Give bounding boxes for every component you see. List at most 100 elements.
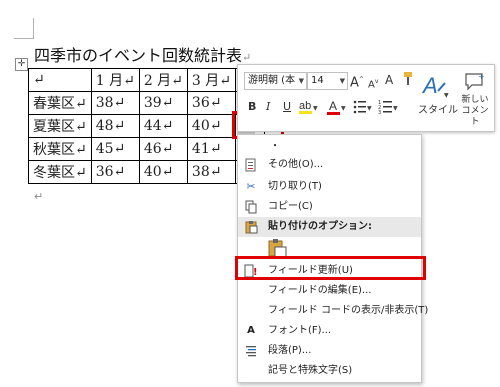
table-cell[interactable]: 秋葉区↵ (28, 137, 92, 161)
table-cell[interactable]: 36↵ (186, 91, 237, 115)
menu-section-paste-options: 貼り付けのオプション: (238, 217, 421, 237)
svg-text:▼: ▼ (313, 105, 318, 112)
font-color-button[interactable]: A ▼ (326, 98, 348, 120)
menu-item-other[interactable]: その他(O)... (238, 155, 421, 175)
table-cell[interactable]: 36↵ (90, 160, 140, 184)
table-cell[interactable]: 3 月↵ (186, 68, 237, 92)
font-A-icon: A (247, 325, 255, 336)
italic-button[interactable]: I (266, 100, 270, 114)
new-comment-text: 新しい コメント (461, 95, 489, 127)
mini-toolbar: 游明朝 (本 ▼ 14 ▼ A^ Av A B I U ab ▼ A ▼ ▼ 1 2 3 ▼ … (237, 64, 495, 132)
table-row: 冬葉区↵ 36↵ 40↵ 38↵ (28, 160, 266, 184)
paste-keep-text-icon[interactable] (268, 239, 287, 259)
table-cell[interactable]: 冬葉区↵ (28, 160, 92, 184)
table-cell[interactable]: 38↵ (186, 160, 237, 184)
menu-item-cut[interactable]: ✂ 切り取り(T) (238, 177, 421, 197)
menu-item-label: 貼り付けのオプション: (268, 221, 372, 232)
format-painter-button[interactable] (402, 71, 414, 91)
menu-item-bullet[interactable]: ・ (238, 137, 421, 157)
shrink-font-button[interactable]: Av (368, 75, 378, 92)
svg-text:▼: ▼ (393, 105, 398, 112)
svg-text:3: 3 (378, 110, 381, 116)
table-cell[interactable]: 38↵ (90, 91, 140, 115)
document-lines-icon (244, 158, 258, 172)
menu-item-copy[interactable]: コピー(C) (238, 197, 421, 217)
clear-format-button[interactable]: A (385, 73, 393, 87)
statistics-table[interactable]: ↵ 1 月↵ 2 月↵ 3 月↵ 春葉区↵ 38↵ 39↵ 36↵ 夏葉区↵ 4… (28, 68, 266, 184)
svg-text:▼: ▼ (341, 105, 346, 112)
chevron-down-icon[interactable]: ▼ (299, 73, 304, 89)
table-row: 秋葉区↵ 45↵ 46↵ 41↵ (28, 137, 266, 161)
table-cell[interactable]: 2 月↵ (138, 68, 188, 92)
table-cell[interactable]: ↵ (28, 68, 92, 92)
comment-icon: + (465, 72, 485, 91)
numbered-list-icon: 123▼ (378, 100, 398, 116)
update-field-highlight-frame (235, 256, 426, 280)
menu-item-symbols[interactable]: 記号と特殊文字(S) (238, 361, 421, 381)
numbering-button[interactable]: 1 2 3 ▼ (378, 98, 400, 120)
table-cell[interactable]: 1 月↵ (90, 68, 140, 92)
table-cell[interactable]: 44↵ (138, 114, 188, 138)
highlighter-icon: ab ▼ (299, 100, 318, 114)
shrink-font-icon: A (368, 79, 375, 91)
font-size-box[interactable]: 14 ▼ (307, 72, 348, 90)
svg-text:+: + (478, 72, 485, 81)
table-row: 春葉区↵ 38↵ 39↵ 36↵ (28, 91, 266, 115)
grow-font-icon: A (350, 75, 359, 91)
font-color-icon: A ▼ (327, 99, 346, 115)
paintbrush-icon (404, 72, 412, 85)
table-cell[interactable]: 45↵ (90, 137, 140, 161)
menu-item-label: ・ (270, 141, 280, 152)
table-cell[interactable]: 46↵ (138, 137, 188, 161)
bullets-button[interactable]: ▼ (352, 98, 374, 120)
styles-icon: A ▼ (421, 73, 449, 99)
font-name-value: 游明朝 (本 (248, 75, 296, 86)
menu-item-font[interactable]: A フォント(F)... (238, 321, 421, 341)
svg-text:▼: ▼ (444, 92, 449, 99)
table-row: ↵ 1 月↵ 2 月↵ 3 月↵ (28, 68, 266, 92)
document-title[interactable]: 四季市のイベント回数統計表↵ (34, 42, 251, 66)
table-cell[interactable]: 48↵ (90, 114, 140, 138)
table-cell[interactable]: 夏葉区↵ (28, 114, 92, 138)
clipboard-icon (244, 220, 258, 234)
new-comment-label: 新しい コメント (458, 95, 492, 128)
table-row: 夏葉区↵ 48↵ 44↵ 40↵ (28, 114, 266, 138)
menu-item-label: フォント(F)... (268, 325, 332, 336)
copy-icon (244, 200, 258, 214)
scissors-icon: ✂ (246, 180, 256, 193)
svg-text:A: A (421, 73, 438, 98)
svg-text:ab: ab (299, 100, 311, 112)
menu-item-label: その他(O)... (268, 159, 324, 170)
underline-button[interactable]: U (283, 100, 291, 114)
menu-item-toggle-field-code[interactable]: フィールド コードの表示/非表示(T) (238, 301, 428, 321)
menu-item-edit-field[interactable]: フィールドの編集(E)... (238, 281, 421, 301)
paragraph-icon (244, 344, 258, 358)
table-cell[interactable]: 春葉区↵ (28, 91, 92, 115)
menu-item-label: 記号と特殊文字(S) (268, 365, 353, 376)
font-size-value: 14 (311, 75, 324, 86)
grow-font-button[interactable]: A^ (350, 73, 364, 90)
table-move-handle[interactable]: ✛ (15, 58, 28, 71)
svg-text:▼: ▼ (367, 105, 372, 112)
table-cell[interactable]: 40↵ (186, 114, 237, 138)
menu-item-label: コピー(C) (268, 201, 313, 212)
styles-button[interactable]: A ▼ (419, 71, 451, 127)
chevron-down-icon[interactable]: ▼ (340, 73, 345, 89)
menu-item-paragraph[interactable]: 段落(P)... (238, 341, 421, 361)
bold-button[interactable]: B (248, 100, 256, 114)
menu-item-label: フィールドの編集(E)... (268, 285, 372, 296)
document-title-text: 四季市のイベント回数統計表 (34, 46, 243, 65)
paragraph-mark: ↵ (34, 190, 44, 203)
table-cell[interactable]: 40↵ (138, 160, 188, 184)
table-cell[interactable]: 41↵ (186, 137, 237, 161)
styles-label: スタイル (418, 105, 458, 116)
highlight-color-button[interactable]: ab ▼ (298, 98, 320, 120)
paragraph-mark: ↵ (242, 51, 252, 64)
menu-item-label: 段落(P)... (268, 345, 312, 356)
bullet-list-icon: ▼ (353, 100, 372, 114)
menu-item-label: 切り取り(T) (268, 181, 322, 192)
svg-text:A: A (329, 99, 337, 113)
table-cell[interactable]: 39↵ (138, 91, 188, 115)
font-name-box[interactable]: 游明朝 (本 ▼ (244, 72, 307, 90)
menu-item-label: フィールド コードの表示/非表示(T) (268, 305, 429, 316)
